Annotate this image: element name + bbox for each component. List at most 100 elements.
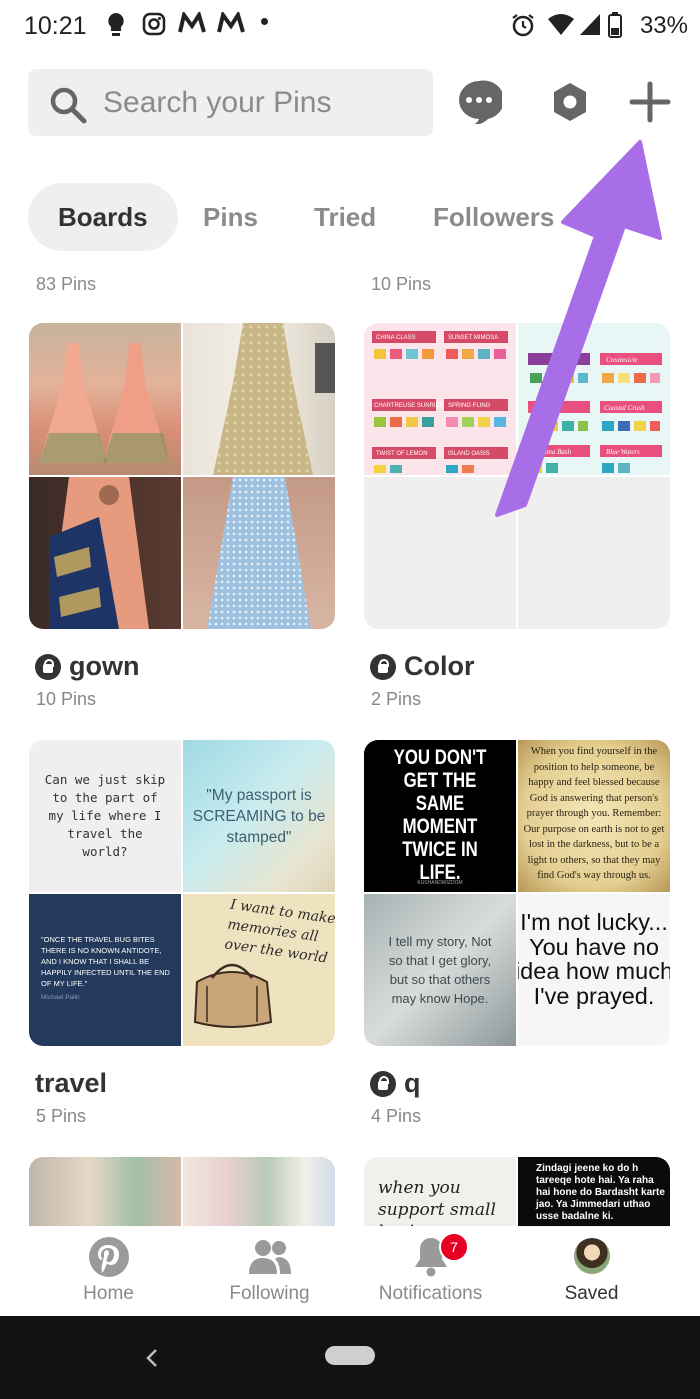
nav-label: Following [229, 1283, 310, 1304]
system-navigation-bar [0, 1316, 700, 1399]
search-placeholder: Search your Pins [103, 86, 332, 119]
pin-image: I'm not lucky... You have no idea how mu… [518, 894, 670, 1046]
board-card[interactable]: YOU DON'T GET THE SAME MOMENT TWICE IN L… [364, 740, 670, 1140]
board-cover[interactable]: Can we just skip to the part of my life … [29, 740, 335, 1046]
board-cover[interactable]: CHINA CLASS SUNSET MIMOSA CHARTREUSE SUN… [364, 323, 670, 629]
pin-image: CHINA CLASS SUNSET MIMOSA CHARTREUSE SUN… [364, 323, 516, 475]
pin-image: Can we just skip to the part of my life … [29, 740, 181, 892]
swatch-label: Coastal Crush [604, 404, 645, 412]
battery-icon [608, 12, 622, 44]
pin-image: Zindagi jeene ko do h tareeqe hote hai. … [518, 1157, 670, 1227]
cell-signal-icon [578, 12, 602, 42]
tab-pins[interactable]: Pins [203, 183, 258, 251]
pinterest-logo-icon [89, 1237, 129, 1277]
board-name: gown [69, 651, 140, 681]
tab-tried[interactable]: Tried [314, 183, 376, 251]
chat-bubble-icon [459, 80, 504, 125]
swatch-label: Bahama Bash [532, 448, 572, 456]
pin-image: "My passport is SCREAMING to be stamped" [183, 740, 335, 892]
status-bar: 10:21 33% [0, 0, 700, 52]
pin-image: I tell my story, Not so that I get glory… [364, 894, 516, 1046]
back-icon[interactable] [143, 1347, 161, 1369]
notification-badge: 7 [439, 1232, 469, 1262]
board-title: Color [370, 651, 475, 682]
pin-image: I want to make memories all over the wor… [183, 894, 335, 1046]
nav-label: Notifications [378, 1283, 483, 1304]
pin-image: when you support small business, [364, 1157, 516, 1227]
pin-image [183, 1157, 335, 1227]
board-pin-count: 5 Pins [36, 1106, 87, 1126]
swatch-label: SPRING FLING [448, 403, 491, 409]
swatch-label: ISLAND OASIS [448, 451, 490, 457]
nav-notifications[interactable]: 7 Notifications [343, 1226, 518, 1314]
tab-boards[interactable]: Boards [28, 183, 178, 251]
quote-text: I tell my story, Not so that I get glory… [388, 934, 492, 1006]
board-count-partial: 83 Pins [36, 274, 97, 294]
board-card[interactable]: CHINA CLASS SUNSET MIMOSA CHARTREUSE SUN… [364, 323, 670, 723]
nav-saved[interactable]: Saved [504, 1226, 679, 1314]
pin-image: Creamsicle Coastal Crush Bahama Bash Blu… [518, 323, 670, 475]
create-button[interactable] [628, 80, 676, 128]
nav-label: Home [83, 1283, 134, 1304]
messages-button[interactable] [456, 78, 504, 126]
home-pill-button[interactable] [325, 1346, 375, 1365]
avatar [574, 1238, 610, 1274]
board-title: gown [35, 651, 139, 682]
quote-text: I'm not lucky... You have no idea how mu… [518, 909, 670, 1009]
board-name: q [404, 1068, 421, 1098]
board-name: Color [404, 651, 475, 681]
swatch-label: CHARTREUSE SUNRISE [374, 403, 444, 409]
lightbulb-icon [106, 12, 126, 44]
empty-pin-slot [364, 477, 516, 629]
lock-icon [370, 653, 396, 680]
lock-icon [370, 1070, 396, 1097]
quote-text: when you support small business, [378, 1178, 496, 1227]
quote-source: KUSHANDWIZDOM [417, 880, 463, 886]
hexagon-settings-icon [554, 83, 586, 121]
people-icon [249, 1240, 291, 1274]
pin-image: When you find yourself in the position t… [518, 740, 670, 892]
app-m-icon [178, 10, 206, 40]
board-title: q [370, 1068, 421, 1099]
pin-image: YOU DON'T GET THE SAME MOMENT TWICE IN L… [364, 740, 516, 892]
board-pin-count: 2 Pins [371, 689, 422, 709]
settings-button[interactable] [548, 80, 596, 128]
quote-text: "ONCE THE TRAVEL BUG BITES THERE IS NO K… [41, 935, 170, 988]
quote-text: Zindagi jeene ko do h tareeqe hote hai. … [536, 1163, 665, 1222]
pin-image [29, 477, 181, 629]
board-card[interactable]: gown 10 Pins [29, 323, 335, 723]
lock-icon [35, 653, 61, 680]
nav-home[interactable]: Home [21, 1226, 196, 1314]
instagram-icon [142, 12, 166, 42]
board-cover[interactable] [29, 323, 335, 629]
nav-following[interactable]: Following [182, 1226, 357, 1314]
duffel-bag-icon [193, 963, 273, 1028]
wifi-icon [547, 12, 575, 42]
tab-following[interactable]: Fol [610, 183, 649, 251]
empty-pin-slot [518, 477, 670, 629]
board-cover[interactable]: YOU DON'T GET THE SAME MOMENT TWICE IN L… [364, 740, 670, 1046]
board-cover-partial[interactable]: when you support small business, Zindagi… [364, 1157, 670, 1227]
board-name: travel [35, 1068, 108, 1098]
quote-text: "My passport is SCREAMING to be stamped" [192, 786, 326, 846]
nav-label: Saved [564, 1283, 619, 1304]
quote-text: When you find yourself in the position t… [523, 746, 665, 881]
pin-image [29, 323, 181, 475]
search-icon [48, 85, 88, 130]
board-cover-partial[interactable] [29, 1157, 335, 1227]
board-pin-count: 10 Pins [36, 689, 97, 709]
quote-author: Michael Palin [41, 994, 80, 1001]
quote-text: YOU DON'T GET THE SAME MOMENT TWICE IN L… [393, 746, 487, 884]
search-bar[interactable]: Search your Pins [28, 69, 433, 136]
bottom-navigation: Home Following 7 Notifications Saved [0, 1226, 700, 1314]
board-count-partial: 10 Pins [371, 274, 432, 294]
swatch-label: TWIST OF LEMON [376, 451, 428, 457]
pin-image [183, 323, 335, 475]
tab-followers[interactable]: Followers [433, 183, 554, 251]
profile-tabs: Boards Pins Tried Followers Fol [0, 183, 700, 255]
swatch-label: CHINA CLASS [376, 335, 416, 341]
swatch-label: Creamsicle [606, 356, 638, 364]
board-card[interactable]: Can we just skip to the part of my life … [29, 740, 335, 1140]
pin-image [29, 1157, 181, 1227]
status-time: 10:21 [24, 12, 87, 40]
